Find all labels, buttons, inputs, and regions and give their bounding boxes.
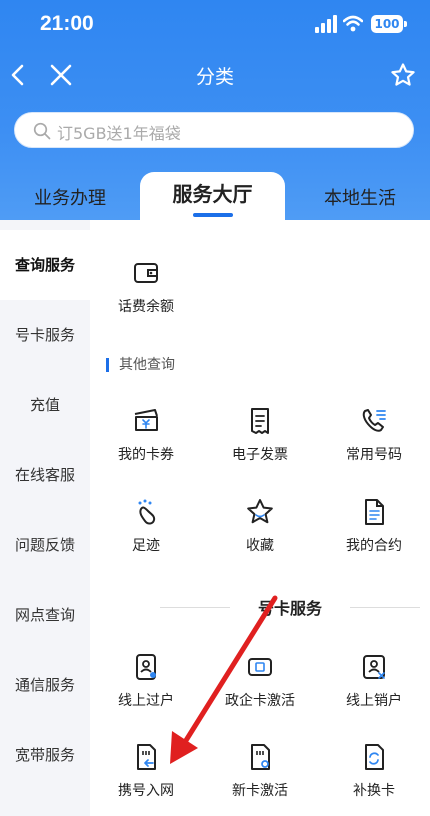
coupon-icon (134, 409, 158, 431)
contract-label: 我的合约 (346, 538, 402, 554)
port-in-label: 携号入网 (118, 783, 174, 799)
replace-sim-icon (365, 744, 384, 770)
nav-bar: 分类 (0, 50, 430, 98)
transfer-id-label: 线上过户 (118, 693, 174, 709)
invoice-label: 电子发票 (232, 447, 288, 463)
cancel-account-icon (363, 655, 385, 679)
phone-list-item[interactable]: 常用号码 (319, 406, 429, 464)
footprint-item[interactable]: 足迹 (91, 497, 201, 555)
wallet-icon (134, 263, 158, 283)
sim-activate-label: 政企卡激活 (225, 693, 295, 709)
favorites-label: 收藏 (246, 538, 274, 554)
sidebar-item-label: 号卡服务 (14, 326, 75, 344)
signal-icon (315, 15, 337, 33)
contract-item[interactable]: 我的合约 (319, 497, 429, 555)
active-tab-underline (192, 213, 233, 217)
sidebar: 查询服务 号卡服务 充值 在线客服 问题反馈 网点查询 通信服务 宽带服务 (0, 220, 90, 816)
sidebar-item-feedback[interactable]: 问题反馈 (0, 510, 90, 580)
cancel-account-label: 线上销户 (346, 693, 402, 709)
cancel-account-item[interactable]: 线上销户 (319, 652, 429, 710)
tab-label: 服务大厅 (172, 182, 253, 206)
tab-business[interactable]: 业务办理 (0, 184, 140, 210)
wifi-icon (343, 15, 363, 32)
replace-sim-item[interactable]: 补换卡 (319, 742, 429, 800)
sidebar-item-card[interactable]: 号卡服务 (0, 300, 90, 370)
sidebar-item-label: 问题反馈 (14, 536, 75, 554)
new-sim-icon (251, 744, 270, 770)
search-placeholder: 订5GB送1年福袋 (57, 124, 181, 143)
page-title: 分类 (195, 66, 234, 88)
port-in-icon (137, 744, 156, 770)
status-bar: 21:00 100 (0, 0, 430, 50)
sidebar-item-broadband[interactable]: 宽带服务 (0, 720, 90, 790)
sidebar-item-label: 网点查询 (14, 606, 75, 624)
top-tabs: 业务办理 服务大厅 本地生活 (0, 172, 430, 220)
port-in-item[interactable]: 携号入网 (91, 742, 201, 800)
phone-list-icon (362, 409, 386, 432)
balance-item[interactable]: 话费余额 (91, 258, 201, 316)
replace-sim-label: 补换卡 (353, 783, 395, 799)
tab-local-life[interactable]: 本地生活 (290, 184, 430, 210)
transfer-id-icon (136, 654, 156, 680)
footprint-label: 足迹 (132, 538, 160, 554)
sidebar-item-label: 在线客服 (14, 466, 75, 484)
sidebar-item-label: 通信服务 (14, 676, 75, 694)
sidebar-item-label: 宽带服务 (14, 746, 75, 764)
transfer-id-item[interactable]: 线上过户 (91, 652, 201, 710)
search-icon (33, 122, 51, 140)
contract-icon (365, 499, 384, 525)
favorites-item[interactable]: 收藏 (205, 497, 315, 555)
coupon-item[interactable]: 我的卡券 (91, 406, 201, 464)
new-sim-item[interactable]: 新卡激活 (205, 742, 315, 800)
search-input[interactable]: 订5GB送1年福袋 (14, 112, 414, 148)
sidebar-item-outlets[interactable]: 网点查询 (0, 580, 90, 650)
balance-label: 话费余额 (118, 299, 174, 315)
footprint-icon (138, 499, 156, 525)
invoice-item[interactable]: 电子发票 (205, 406, 315, 464)
sim-activate-icon (248, 658, 272, 676)
tab-label: 本地生活 (324, 188, 396, 209)
sidebar-item-online-service[interactable]: 在线客服 (0, 440, 90, 510)
sidebar-item-communication[interactable]: 通信服务 (0, 650, 90, 720)
tab-service-hall[interactable]: 服务大厅 (140, 172, 285, 220)
star-icon (247, 499, 273, 524)
status-time: 21:00 (40, 12, 94, 35)
tab-label: 业务办理 (34, 188, 106, 209)
new-sim-label: 新卡激活 (232, 783, 288, 799)
sidebar-item-label: 查询服务 (14, 256, 75, 274)
divider-line-right (350, 607, 420, 608)
sidebar-item-recharge[interactable]: 充值 (0, 370, 90, 440)
invoice-icon (251, 408, 269, 434)
sidebar-item-label: 充值 (29, 396, 60, 414)
coupon-label: 我的卡券 (118, 447, 174, 463)
favorite-star-icon[interactable] (390, 62, 416, 88)
sidebar-item-query[interactable]: 查询服务 (0, 230, 90, 300)
content-panel: 话费余额 其他查询 我的卡券 电子发票 常用号码 足迹 收藏 我的合约 号卡服务… (90, 220, 430, 816)
section-title-other: 其他查询 (106, 358, 175, 372)
section-divider-card: 号卡服务 (160, 593, 420, 623)
sim-activate-item[interactable]: 政企卡激活 (205, 652, 315, 710)
battery-icon: 100 (371, 15, 407, 33)
phone-list-label: 常用号码 (346, 447, 402, 463)
